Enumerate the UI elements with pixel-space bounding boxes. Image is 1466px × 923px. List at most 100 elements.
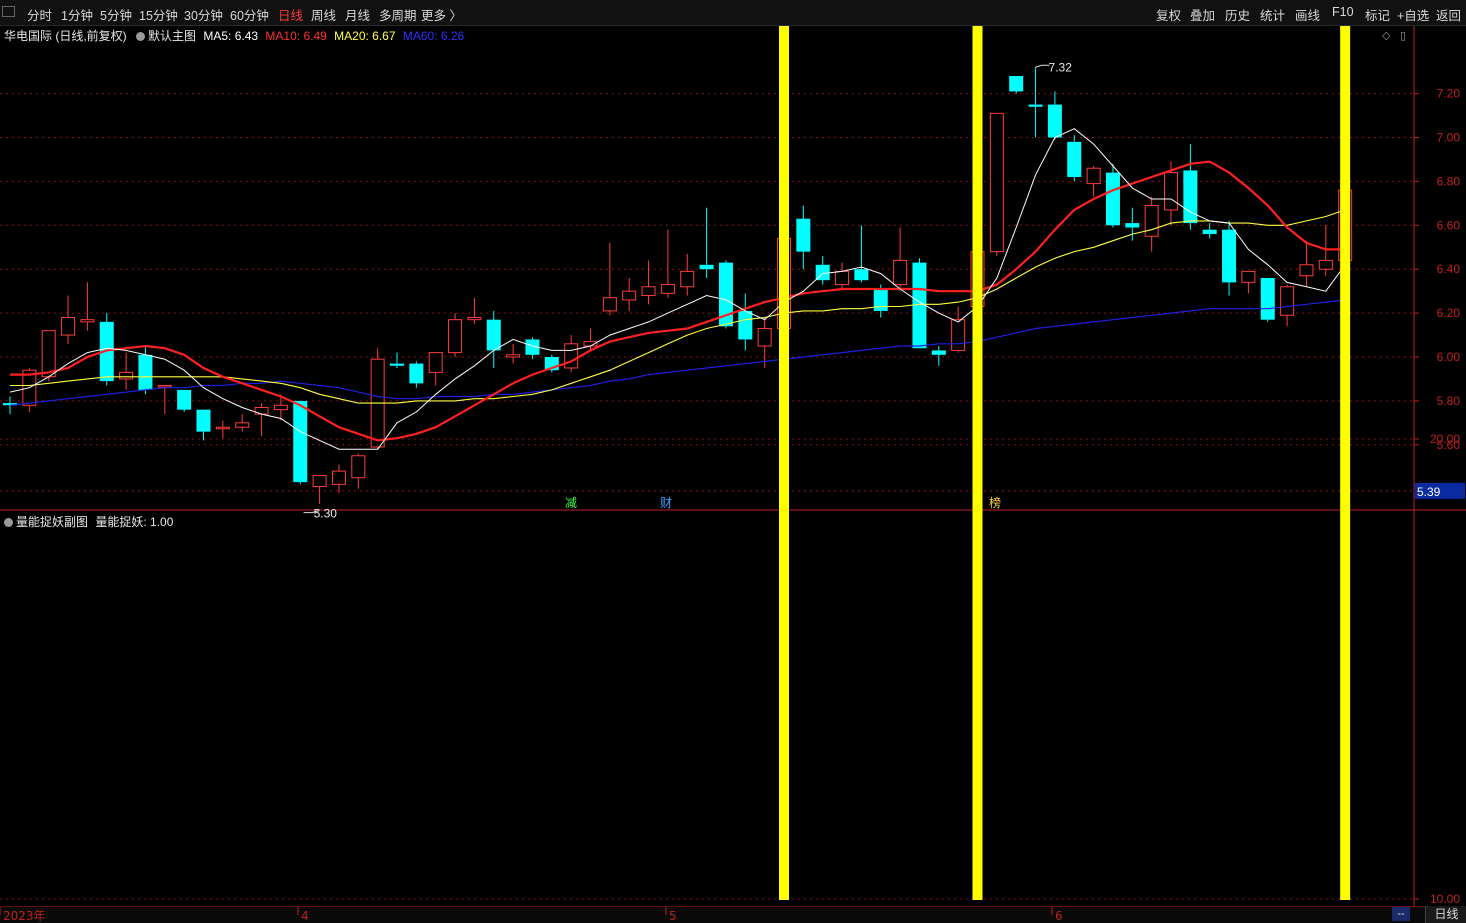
event-marker: 榜 [989,495,1001,510]
ma20-label: MA20: 6.67 [334,29,396,43]
candle-body [564,343,579,369]
sub-tick-label: 10.00 [1430,892,1460,906]
indicator-value: 量能捉妖: 1.00 [95,515,174,529]
scroll-indicator[interactable]: -- [1392,907,1410,921]
event-marker: 财 [660,496,672,510]
candle-body [757,327,772,347]
indicator-name: 量能捉妖副图 [16,515,89,529]
price-tick-label: 6.40 [1437,262,1461,276]
period-tab-1min[interactable]: 1分钟 [61,5,93,24]
add-watchlist-button[interactable]: +自选 [1397,5,1429,24]
candle-body [293,400,308,483]
overlay-button[interactable]: 叠加 [1190,5,1215,24]
candle-body [428,352,443,373]
candle-body [448,319,463,354]
indicator-selector[interactable]: 量能捉妖副图 [4,515,88,529]
ma10-label: MA10: 6.49 [265,29,327,43]
candle-body [1009,76,1024,92]
signal-bar [1340,26,1351,900]
fuquan-button[interactable]: 复权 [1156,5,1181,24]
candle-body [157,385,172,388]
period-tab-5min[interactable]: 5分钟 [100,5,132,24]
sub-legend: 量能捉妖副图 量能捉妖: 1.00 [4,513,173,530]
price-tick-label: 6.00 [1437,350,1461,364]
diamond-icon[interactable]: ◇ [1382,29,1390,42]
mark-button[interactable]: 标记 [1365,5,1390,24]
candle-body [660,284,675,294]
candle-body [1280,286,1295,316]
candle-body [854,269,869,281]
period-tab-fenshi[interactable]: 分时 [27,5,52,24]
period-tab-30min[interactable]: 30分钟 [184,5,223,24]
window-menu-icon[interactable] [2,6,15,17]
candle-body [138,354,153,390]
candle-body [1318,259,1333,270]
candle-body [119,371,134,380]
candle-body [1202,229,1217,235]
candle-body [1164,172,1178,211]
time-tick-label: 2023年 [3,909,46,923]
candle-body [893,259,908,286]
candle-body [390,363,404,366]
back-button[interactable]: 返回 [1436,5,1461,24]
time-tick-label: 4 [301,909,309,923]
candle-body [215,426,230,430]
indicator-dot-icon [4,518,13,527]
candle-body [351,455,366,479]
price-tick-label: 7.00 [1437,131,1461,145]
time-tick-label: 6 [1055,909,1063,923]
candle-body [80,319,95,323]
ma60-label: MA60: 6.26 [402,29,465,43]
ma60-line [9,299,1346,406]
kline-chart[interactable]: 7.207.006.806.606.406.206.005.805.605.39… [0,26,1466,923]
candle-body [331,470,346,485]
period-tab-60min[interactable]: 60分钟 [230,5,269,24]
template-dot-icon [136,32,146,41]
price-tick-label: 7.20 [1437,87,1461,101]
template-selector[interactable]: 默认主图 [136,29,196,43]
daily-period-tab[interactable]: 日线 [1425,906,1466,923]
candle-body [1222,229,1237,283]
stats-button[interactable]: 统计 [1260,5,1285,24]
candle-body [622,290,637,301]
candle-body [680,270,695,288]
period-tab-multi[interactable]: 多周期 [379,5,417,24]
ma5-label: MA5: 6.43 [203,29,259,43]
candle-body [835,270,850,286]
history-button[interactable]: 历史 [1225,5,1250,24]
candle-body [989,112,1004,253]
period-tab-monthly[interactable]: 月线 [345,5,370,24]
candle-body [254,406,269,415]
candle-body [796,218,811,252]
price-tick-label: 5.80 [1437,394,1461,408]
period-tab-15min[interactable]: 15分钟 [139,5,178,24]
candle-body [61,316,76,336]
candle-body [486,319,501,351]
draw-line-button[interactable]: 画线 [1295,5,1320,24]
ma20-line [10,209,1346,404]
candle-body [177,389,192,410]
template-label: 默认主图 [148,29,197,43]
candle-body [273,404,288,411]
f10-button[interactable]: F10 [1332,5,1354,19]
candle-body [467,316,482,321]
price-tick-label: 6.80 [1437,174,1461,188]
candle-body [1105,172,1120,226]
period-tab-daily[interactable]: 日线 [278,5,303,24]
stock-name: 华电国际 (日线,前复权) [4,29,127,43]
period-tab-more[interactable]: 更多 〉 [421,5,462,24]
signal-bar [972,26,983,900]
candle-body [1144,205,1159,237]
time-axis-bg [0,907,1466,923]
candle-body [235,422,250,428]
candle-body [1299,264,1314,277]
ma10-line [10,160,1346,442]
panel-toggle-icon[interactable]: ▯ [1400,29,1406,42]
period-tab-weekly[interactable]: 周线 [311,5,336,24]
candle-body [1047,104,1062,138]
candle-body [1125,223,1140,228]
signal-bar [779,26,789,900]
time-tick-label: 5 [669,909,677,923]
main-legend: 华电国际 (日线,前复权) 默认主图 MA5: 6.43 MA10: 6.49 … [4,27,464,44]
candle-body [1260,277,1275,320]
